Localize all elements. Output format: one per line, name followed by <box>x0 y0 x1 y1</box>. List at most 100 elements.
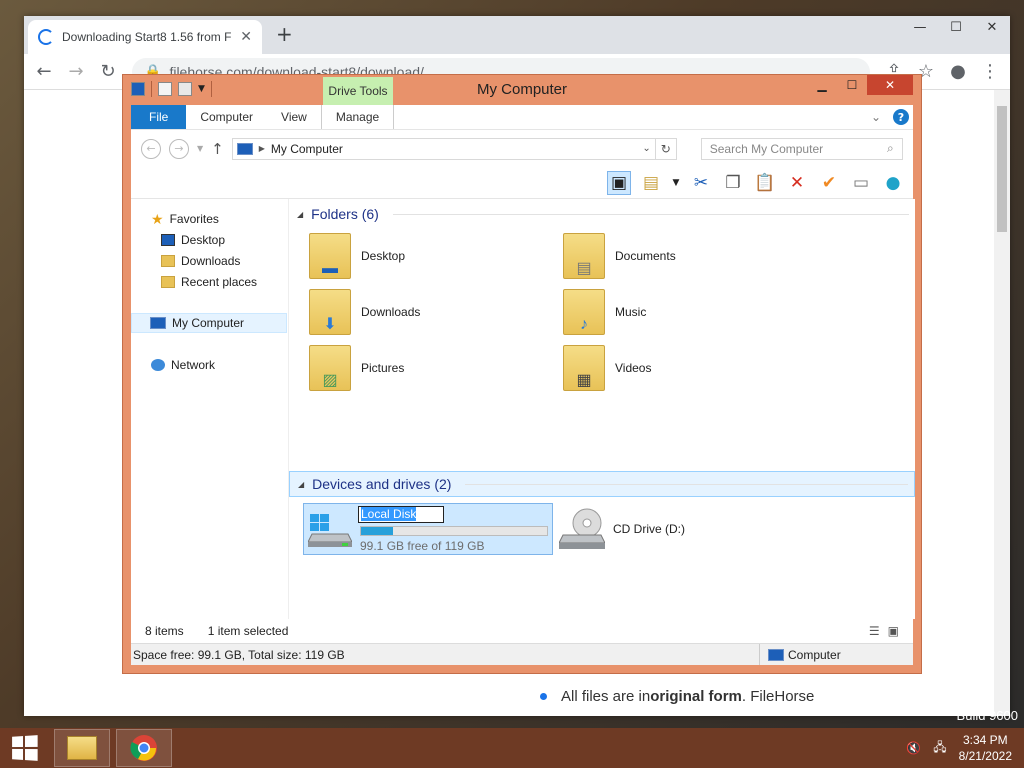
folders-group-header[interactable]: ◢ Folders (6) <box>289 201 915 227</box>
large-icons-view-icon[interactable]: ▣ <box>888 624 899 638</box>
copy-icon[interactable]: ❐ <box>721 171 745 195</box>
tab-manage[interactable]: Manage <box>320 105 395 129</box>
forward-button[interactable]: → <box>169 138 189 159</box>
recent-places-icon <box>161 276 175 288</box>
nav-network[interactable]: Network <box>131 355 288 375</box>
minimize-button[interactable]: ▁ <box>807 75 837 95</box>
back-button[interactable]: ← <box>30 58 58 86</box>
folder-label: Pictures <box>361 361 405 375</box>
folder-label: Desktop <box>361 249 406 263</box>
cd-drive-item[interactable]: CD Drive (D:) <box>559 507 685 551</box>
menu-dots-icon[interactable]: ⋮ <box>976 58 1004 86</box>
start-button[interactable] <box>0 728 48 768</box>
devices-group-header[interactable]: ◢ Devices and drives (2) <box>289 471 915 497</box>
new-tab-button[interactable]: + <box>276 22 293 46</box>
folder-music[interactable]: ♪ Music <box>563 287 803 337</box>
folder-label: Downloads <box>361 305 421 319</box>
volume-muted-icon[interactable]: 🔇 <box>906 741 921 755</box>
zone-indicator: Computer <box>759 644 911 665</box>
nav-downloads[interactable]: Downloads <box>131 251 288 271</box>
local-disk-item[interactable]: Local Disk 99.1 GB free of 119 GB <box>303 503 553 555</box>
close-button[interactable]: ✕ <box>974 16 1010 38</box>
explorer-titlebar[interactable]: ▼ Drive Tools My Computer ▁ ☐ ✕ <box>123 75 921 105</box>
page-text-prefix: All files are in <box>561 687 651 705</box>
dropdown-arrow-icon[interactable]: ▼ <box>671 171 681 195</box>
hard-drive-icon <box>308 514 352 547</box>
computer-icon <box>236 142 253 155</box>
search-input[interactable]: Search My Computer ⌕ <box>700 137 903 160</box>
downloads-icon <box>161 255 175 267</box>
page-text-line: All files are in original form. FileHors… <box>120 676 890 716</box>
network-icon[interactable]: 🖧 <box>933 738 946 759</box>
folder-documents[interactable]: ▤ Documents <box>563 231 803 281</box>
preview-pane-icon[interactable]: ▣ <box>607 170 631 195</box>
address-bar[interactable]: ▶ My Computer ⌄ <box>231 137 656 160</box>
page-scrollbar[interactable] <box>994 90 1010 716</box>
collapse-triangle-icon[interactable]: ◢ <box>297 210 303 219</box>
clock-date: 8/21/2022 <box>958 749 1012 763</box>
minimize-button[interactable]: — <box>902 16 938 38</box>
paste-icon[interactable]: 📋 <box>753 171 777 195</box>
folder-pictures[interactable]: ▨ Pictures <box>309 343 549 393</box>
nav-label: Network <box>171 358 216 372</box>
page-text-suffix: . FileHorse <box>741 687 815 705</box>
file-explorer-icon <box>67 736 97 760</box>
close-button[interactable]: ✕ <box>867 75 913 95</box>
maximize-button[interactable]: ☐ <box>938 16 974 38</box>
recent-locations-icon[interactable]: ▼ <box>197 144 203 153</box>
folder-label: Documents <box>615 249 676 263</box>
nav-favorites[interactable]: ★ Favorites <box>131 209 288 229</box>
folder-icon: ▤ <box>563 233 605 279</box>
folder-desktop[interactable]: ▬ Desktop <box>309 231 549 281</box>
browser-tab[interactable]: Downloading Start8 1.56 from Fi ✕ <box>28 20 262 54</box>
tab-file[interactable]: File <box>131 105 187 129</box>
cut-icon[interactable]: ✂ <box>689 171 713 195</box>
folder-downloads[interactable]: ⬇ Downloads <box>309 287 549 337</box>
tab-computer[interactable]: Computer <box>186 105 267 129</box>
computer-icon <box>768 648 784 661</box>
nav-label: Desktop <box>181 233 226 247</box>
desktop-icon <box>161 234 175 246</box>
nav-recent-places[interactable]: Recent places <box>131 272 288 292</box>
disk-usage-bar <box>360 526 548 536</box>
scrollbar-thumb[interactable] <box>997 106 1007 232</box>
nav-my-computer[interactable]: My Computer <box>131 313 287 333</box>
page-text-bold: original form <box>650 687 742 705</box>
details-view-icon[interactable]: ☰ <box>869 624 880 638</box>
collapse-triangle-icon[interactable]: ◢ <box>298 480 304 489</box>
drive-name: Local Disk <box>361 507 417 521</box>
folder-videos[interactable]: ▦ Videos <box>563 343 803 393</box>
windows-logo-icon <box>12 735 38 761</box>
help-icon[interactable]: ? <box>893 109 909 125</box>
explorer-window: ▼ Drive Tools My Computer ▁ ☐ ✕ File Com… <box>122 74 922 674</box>
expand-ribbon-icon[interactable]: ⌄ <box>871 110 881 124</box>
refresh-button[interactable]: ↻ <box>654 137 677 160</box>
taskbar-file-explorer[interactable] <box>54 729 110 767</box>
address-text: My Computer <box>270 141 343 156</box>
delete-icon[interactable]: ✕ <box>785 171 809 195</box>
nav-desktop[interactable]: Desktop <box>131 230 288 250</box>
taskbar-chrome[interactable] <box>116 729 172 767</box>
nav-label: Downloads <box>181 254 241 268</box>
maximize-button[interactable]: ☐ <box>837 75 867 95</box>
folder-label: Music <box>615 305 647 319</box>
reload-button[interactable]: ↻ <box>94 58 122 86</box>
properties-icon[interactable]: ▤ <box>639 171 663 195</box>
clock[interactable]: 3:34 PM 8/21/2022 <box>959 732 1012 764</box>
group-title: Folders (6) <box>311 206 379 222</box>
breadcrumb-arrow-icon[interactable]: ▶ <box>259 144 265 153</box>
rename-icon[interactable]: ▭ <box>849 171 873 195</box>
globe-icon[interactable]: ● <box>881 171 905 195</box>
explorer-window-controls: ▁ ☐ ✕ <box>807 75 913 95</box>
divider <box>392 213 909 215</box>
close-tab-icon[interactable]: ✕ <box>240 29 252 45</box>
checkmark-icon[interactable]: ✔ <box>817 171 841 195</box>
up-button[interactable]: ↑ <box>211 140 224 158</box>
nav-label: Favorites <box>169 212 219 226</box>
address-dropdown-icon[interactable]: ⌄ <box>642 143 650 154</box>
tab-view[interactable]: View <box>267 105 321 129</box>
rename-input[interactable]: Local Disk <box>358 506 444 523</box>
back-button[interactable]: ← <box>141 138 161 159</box>
profile-avatar[interactable]: ● <box>944 58 972 86</box>
forward-button[interactable]: → <box>62 58 90 86</box>
